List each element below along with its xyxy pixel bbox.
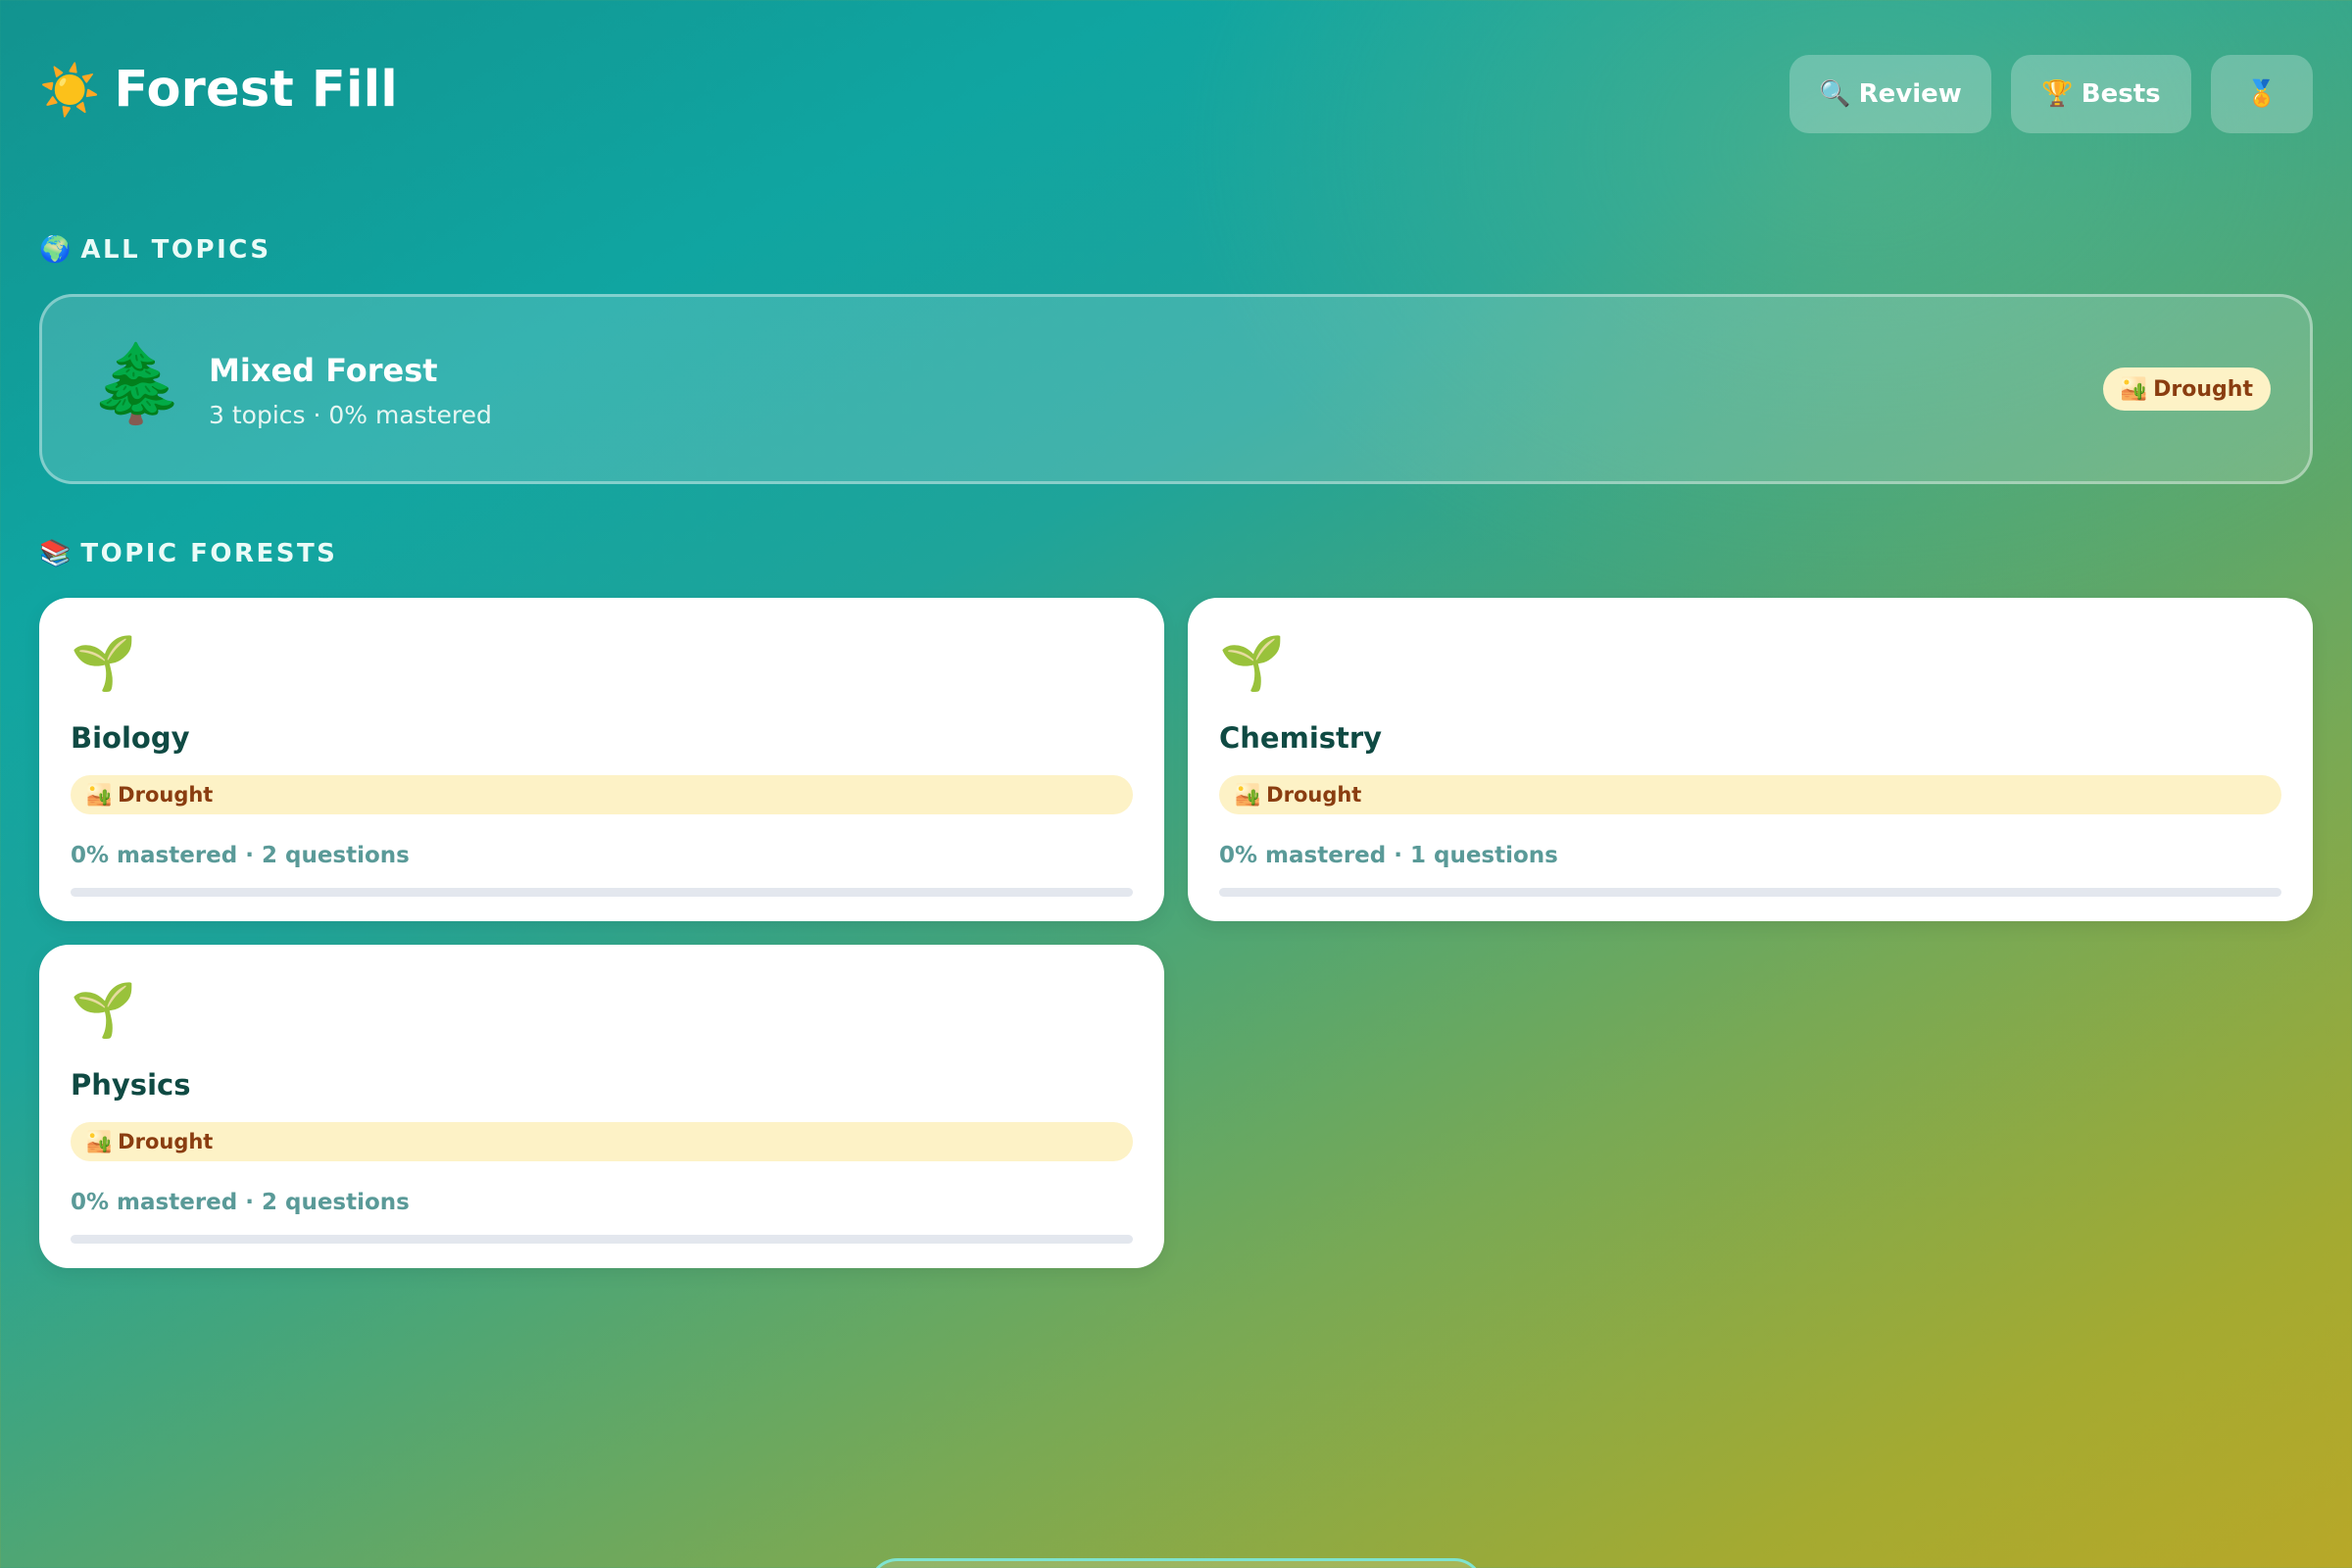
desert-icon: 🏜️ [1235, 782, 1261, 807]
desert-icon: 🏜️ [86, 1129, 113, 1153]
status-badge: 🏜️ Drought [71, 1122, 1133, 1161]
app-brand: ☀️ Forest Fill [39, 61, 398, 119]
topic-card-chemistry[interactable]: 🌱 Chemistry 🏜️ Drought 0% mastered · 1 q… [1188, 598, 2313, 921]
topic-meta: 0% mastered · 2 questions [71, 843, 410, 868]
seedling-icon: 🌱 [1219, 632, 1286, 694]
desert-icon: 🏜️ [2120, 376, 2148, 402]
mixed-forest-subtitle: 3 topics · 0% mastered [209, 401, 492, 429]
all-topics-heading: 🌍 ALL TOPICS [39, 235, 271, 265]
bottom-action-button[interactable] [868, 1558, 1484, 1568]
topic-card-physics[interactable]: 🌱 Physics 🏜️ Drought 0% mastered · 2 que… [39, 945, 1164, 1268]
status-badge-label: Drought [2153, 376, 2253, 402]
globe-icon: 🌍 [39, 235, 72, 265]
status-badge-label: Drought [118, 1130, 214, 1153]
review-label: Review [1858, 79, 1962, 109]
topic-meta: 0% mastered · 1 questions [1219, 843, 1558, 868]
sun-icon: ☀️ [39, 61, 101, 119]
topic-forests-label: TOPIC FORESTS [80, 539, 338, 568]
topic-forests-heading: 📚 TOPIC FORESTS [39, 539, 337, 568]
review-button[interactable]: 🔍 Review [1789, 55, 1991, 133]
trophy-icon: 🏆 [2041, 79, 2074, 109]
status-badge: 🏜️ Drought [71, 775, 1133, 814]
topic-name: Physics [71, 1068, 191, 1102]
app-title: Forest Fill [114, 61, 398, 119]
bests-label: Bests [2081, 79, 2161, 109]
bests-button[interactable]: 🏆 Bests [2011, 55, 2191, 133]
achievements-button[interactable]: 🏅 [2211, 55, 2313, 133]
header: ☀️ Forest Fill 🔍 Review 🏆 Bests 🏅 [39, 55, 2313, 133]
topic-meta: 0% mastered · 2 questions [71, 1190, 410, 1215]
progress-bar [71, 888, 1133, 897]
status-badge-label: Drought [118, 783, 214, 807]
books-icon: 📚 [39, 539, 72, 568]
status-badge: 🏜️ Drought [1219, 775, 2281, 814]
topic-card-biology[interactable]: 🌱 Biology 🏜️ Drought 0% mastered · 2 que… [39, 598, 1164, 921]
mixed-forest-title: Mixed Forest [209, 352, 438, 389]
status-badge-label: Drought [1266, 783, 1362, 807]
seedling-icon: 🌱 [71, 979, 137, 1041]
status-badge: 🏜️ Drought [2102, 368, 2271, 411]
medal-icon: 🏅 [2245, 79, 2278, 109]
desert-icon: 🏜️ [86, 782, 113, 807]
seedling-icon: 🌱 [71, 632, 137, 694]
topic-name: Chemistry [1219, 721, 1383, 755]
all-topics-label: ALL TOPICS [80, 235, 271, 265]
topic-name: Biology [71, 721, 190, 755]
mixed-forest-card[interactable]: 🌲 Mixed Forest 3 topics · 0% mastered 🏜️… [39, 294, 2313, 484]
magnifier-icon: 🔍 [1819, 79, 1851, 109]
progress-bar [71, 1235, 1133, 1244]
evergreen-tree-icon: 🌲 [89, 340, 185, 428]
header-actions: 🔍 Review 🏆 Bests 🏅 [1789, 55, 2313, 133]
progress-bar [1219, 888, 2281, 897]
